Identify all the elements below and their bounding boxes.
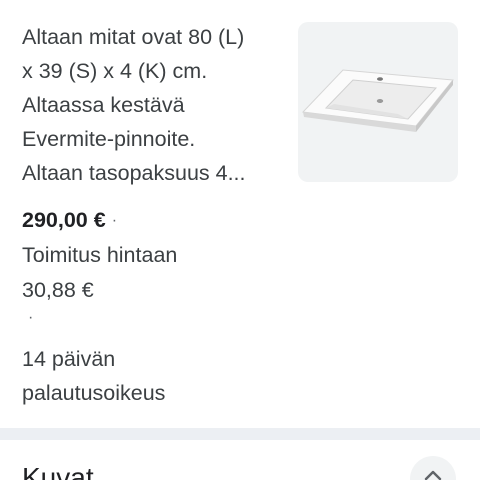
returns-line: palautusoikeus: [22, 381, 166, 405]
sink-image: [301, 69, 454, 132]
separator-dot: ·: [28, 309, 34, 326]
product-offer-card[interactable]: Altaan mitat ovat 80 (L) x 39 (S) x 4 (K…: [0, 0, 480, 430]
returns-info: 14 päivän palautusoikeus: [22, 342, 165, 410]
description-line: Altaan mitat ovat 80 (L): [22, 25, 245, 49]
collapse-button[interactable]: [410, 456, 456, 480]
description-line: x 39 (S) x 4 (K) cm.: [22, 59, 208, 83]
returns-line: 14 päivän: [22, 347, 116, 371]
section-divider: [0, 428, 480, 440]
description-line: Altaassa kestävä: [22, 93, 185, 117]
price-row: 290,00 € ·: [22, 203, 117, 238]
chevron-up-icon: [424, 470, 442, 480]
description-line: Altaan tasopaksuus 4...: [22, 161, 246, 185]
images-section-header[interactable]: Kuvat: [0, 440, 480, 480]
product-description: Altaan mitat ovat 80 (L) x 39 (S) x 4 (K…: [22, 20, 284, 190]
shipping-info: Toimitus hintaan 30,88 €: [22, 238, 177, 308]
shipping-line: 30,88 €: [22, 278, 94, 302]
shipping-line: Toimitus hintaan: [22, 243, 178, 267]
section-title: Kuvat: [22, 462, 94, 480]
product-thumbnail[interactable]: [298, 22, 458, 182]
description-line: Evermite-pinnoite.: [22, 127, 196, 151]
separator-dot: ·: [111, 212, 118, 229]
price: 290,00 €: [22, 208, 106, 232]
